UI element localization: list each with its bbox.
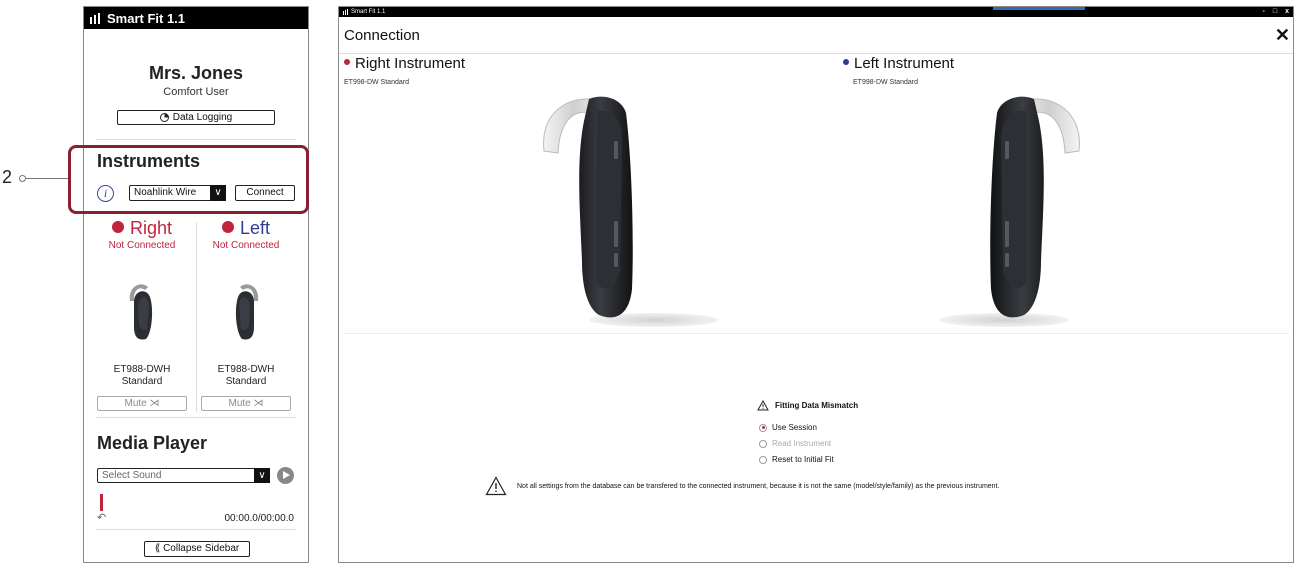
hearing-aid-icon [235, 284, 259, 340]
left-style: Standard [225, 376, 267, 387]
right-instrument-title: Right Instrument [344, 55, 465, 72]
speaker-icon: ⋊ [253, 398, 264, 409]
right-model: ET988-DWH [113, 364, 171, 375]
right-status-dot [111, 221, 124, 233]
left-instrument-subtitle: ET998-DW Standard [853, 79, 918, 86]
left-label-text: Left [239, 218, 271, 238]
left-dot-icon [843, 59, 849, 65]
divider [345, 333, 1289, 334]
patient-category: Comfort User [163, 86, 229, 98]
mismatch-heading-text: Fitting Data Mismatch [775, 401, 859, 410]
sidebar-titlebar: Smart Fit 1.1 [84, 7, 308, 29]
radio-button[interactable] [759, 455, 767, 464]
speaker-icon: ⋊ [149, 398, 160, 409]
left-mute-label: Mute [228, 398, 251, 409]
left-model: ET988-DWH [217, 364, 275, 375]
option-label: Reset to Initial Fit [772, 455, 834, 464]
right-instrument-subtitle: ET998-DW Standard [344, 79, 409, 86]
playback-position-marker[interactable] [100, 494, 103, 511]
time-readout: 00:00.0/00:00.0 [224, 513, 294, 524]
close-window-button[interactable]: x [1285, 7, 1289, 17]
close-icon[interactable]: ✕ [1275, 25, 1290, 46]
option-reset-initial-fit[interactable]: Reset to Initial Fit [759, 455, 834, 464]
option-use-session[interactable]: Use Session [759, 423, 817, 432]
divider [96, 417, 296, 418]
minimize-button[interactable]: - [1263, 7, 1265, 17]
sound-select-placeholder: Select Sound [102, 470, 162, 481]
page-title: Connection [344, 26, 420, 44]
play-button[interactable] [277, 467, 294, 484]
data-logging-label: Data Logging [172, 112, 233, 123]
left-side-label: Left [196, 217, 296, 239]
chevron-down-icon[interactable]: ∨ [254, 468, 270, 483]
hearing-aid-icon [129, 284, 153, 340]
loop-icon[interactable]: ↶ [97, 511, 106, 524]
right-instrument-title-text: Right Instrument [355, 55, 466, 72]
callout-highlight-box [68, 145, 309, 214]
right-dot-icon [344, 59, 350, 65]
right-side-label: Right [92, 217, 192, 239]
maximize-button[interactable]: □ [1273, 7, 1277, 17]
warning-icon [485, 476, 507, 496]
titlebar-accent [993, 7, 1085, 10]
divider [96, 529, 296, 530]
left-instrument-title: Left Instrument [843, 55, 954, 72]
sidebar-window: Smart Fit 1.1 Mrs. Jones Comfort User Da… [83, 6, 309, 563]
collapse-sidebar-label: Collapse Sidebar [163, 543, 240, 554]
left-instrument-panel: Left Not Connected ET988-DWH Standard Mu… [196, 217, 296, 411]
patient-name: Mrs. Jones [148, 63, 244, 83]
app-logo-icon [343, 9, 348, 15]
mismatch-heading: Fitting Data Mismatch [757, 400, 858, 411]
left-instrument-title-text: Left Instrument [854, 55, 955, 72]
left-hearing-aid-image [990, 96, 1080, 318]
warning-text: Not all settings from the database can b… [517, 482, 1000, 490]
left-mute-button[interactable]: Mute ⋊ [201, 396, 291, 411]
radio-button[interactable] [759, 439, 767, 448]
right-instrument-panel: Right Not Connected ET988-DWH Standard M… [92, 217, 192, 411]
warning-message: Not all settings from the database can b… [485, 476, 999, 496]
callout-line [22, 178, 68, 179]
right-hearing-aid-image [543, 96, 633, 318]
connection-header: Connection ✕ [339, 17, 1293, 54]
radio-button[interactable] [759, 423, 767, 432]
main-titlebar: Smart Fit 1.1 - □ x [339, 7, 1293, 17]
callout-dot [19, 175, 26, 182]
media-player-heading: Media Player [97, 433, 208, 453]
right-style: Standard [121, 376, 163, 387]
app-logo-icon [90, 12, 100, 24]
app-title: Smart Fit 1.1 [107, 10, 186, 26]
sound-select[interactable]: Select Sound ∨ [97, 468, 270, 483]
left-status-dot [221, 221, 234, 233]
window-controls: - □ x [1263, 7, 1289, 17]
right-label-text: Right [129, 218, 173, 238]
left-connection-status: Not Connected [212, 240, 280, 251]
right-mute-label: Mute [124, 398, 147, 409]
option-label: Read Instrument [772, 439, 832, 448]
right-connection-status: Not Connected [108, 240, 176, 251]
data-logging-button[interactable]: Data Logging [117, 110, 275, 125]
double-chevron-left-icon: ⟪ [154, 543, 161, 554]
pie-chart-icon [159, 113, 169, 122]
collapse-sidebar-button[interactable]: ⟪ Collapse Sidebar [144, 541, 250, 557]
callout-number: 2 [2, 167, 13, 187]
divider [96, 139, 296, 140]
option-read-instrument[interactable]: Read Instrument [759, 439, 831, 448]
connection-window: Smart Fit 1.1 - □ x Connection ✕ Right I… [338, 6, 1294, 563]
right-mute-button[interactable]: Mute ⋊ [97, 396, 187, 411]
main-window-title: Smart Fit 1.1 [351, 9, 386, 15]
option-label: Use Session [772, 423, 817, 432]
warning-icon [757, 400, 769, 411]
